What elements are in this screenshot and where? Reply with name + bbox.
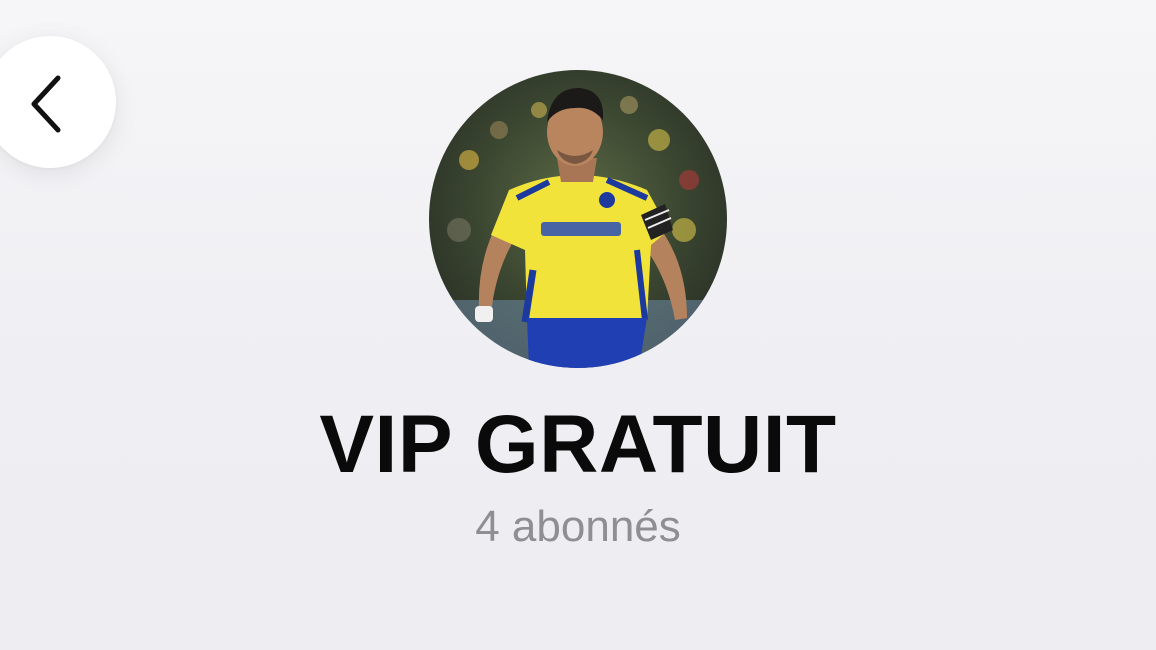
chevron-left-icon <box>31 75 61 133</box>
channel-avatar[interactable] <box>429 70 727 368</box>
subscriber-count: 4 abonnés <box>475 502 681 551</box>
channel-avatar-photo <box>429 70 727 368</box>
channel-title: VIP GRATUIT <box>319 399 837 490</box>
back-button[interactable] <box>0 36 116 168</box>
